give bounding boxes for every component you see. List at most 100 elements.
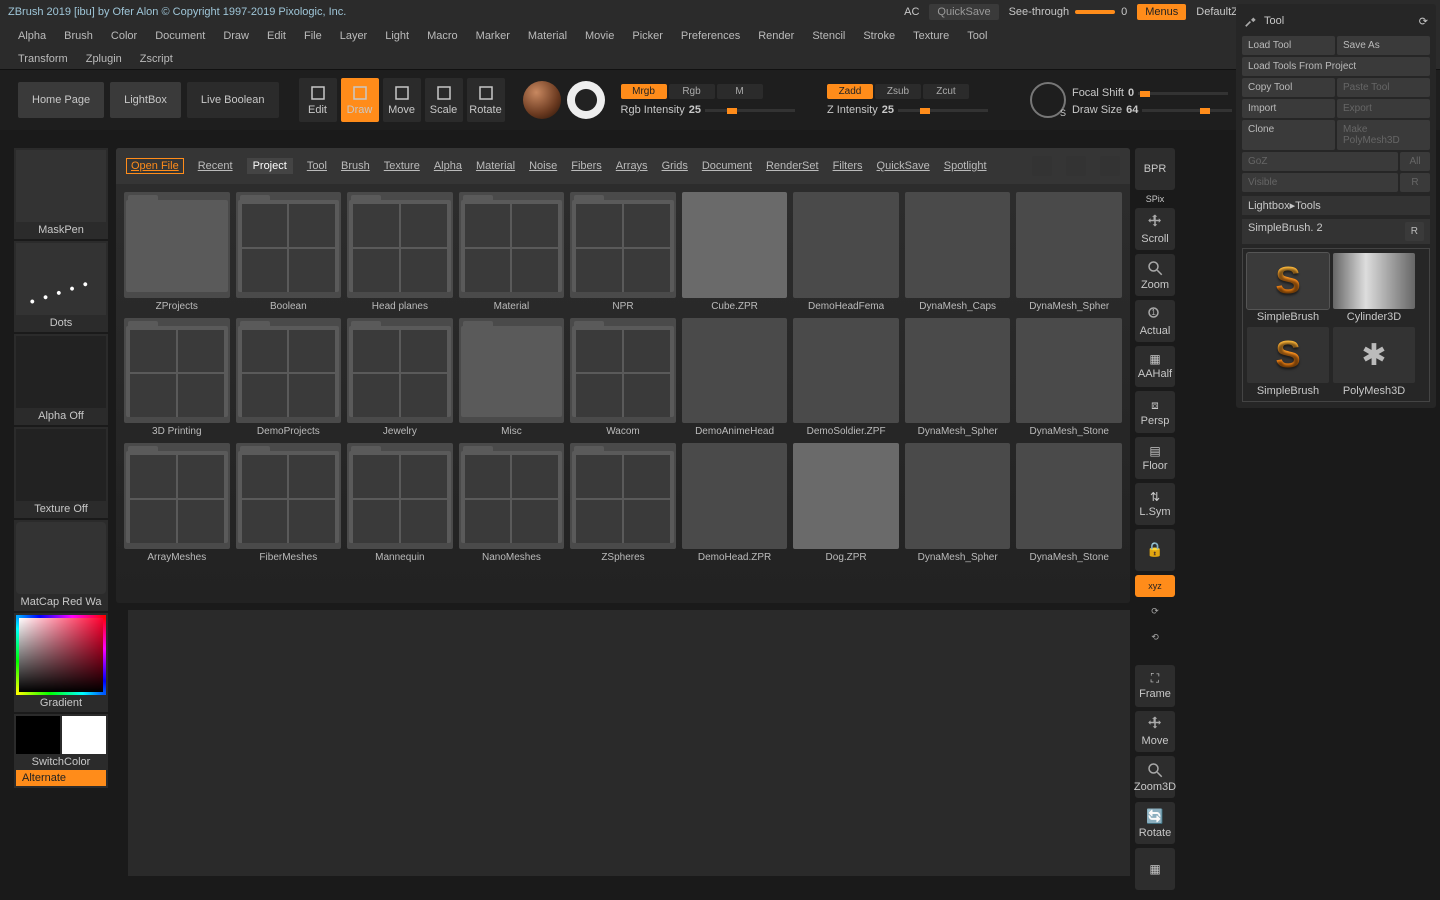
pill-rgb[interactable]: Rgb <box>669 84 715 99</box>
bpr-button[interactable]: BPR <box>1135 148 1175 190</box>
tool-thumb-simplebrush[interactable]: SSimpleBrush <box>1247 327 1329 397</box>
pill-zsub[interactable]: Zsub <box>875 84 921 99</box>
menu-stencil[interactable]: Stencil <box>812 30 845 42</box>
lightbox-item[interactable]: DemoProjects <box>236 318 342 438</box>
menu-picker[interactable]: Picker <box>632 30 663 42</box>
tool-btn-visible[interactable]: Visible <box>1242 173 1398 192</box>
tool-thumb-simplebrush[interactable]: SSimpleBrush <box>1247 253 1329 323</box>
tab-brush[interactable]: Brush <box>341 160 370 172</box>
y-rot-icon[interactable]: ⟳ <box>1135 601 1175 623</box>
xyz-button[interactable]: xyz <box>1135 575 1175 597</box>
tab-document[interactable]: Document <box>702 160 752 172</box>
tool-breadcrumb[interactable]: Lightbox▸Tools <box>1242 196 1430 215</box>
lightbox-item[interactable]: DemoSoldier.ZPF <box>793 318 899 438</box>
menu-layer[interactable]: Layer <box>340 30 368 42</box>
rgb-intensity-slider[interactable] <box>705 109 795 112</box>
lightbox-item[interactable]: DemoHead.ZPR <box>682 443 788 563</box>
menu-light[interactable]: Light <box>385 30 409 42</box>
lightbox-item[interactable]: Jewelry <box>347 318 453 438</box>
tab-quicksave[interactable]: QuickSave <box>877 160 930 172</box>
lightbox-item[interactable]: DynaMesh_Spher <box>905 318 1011 438</box>
tab-project[interactable]: Project <box>247 158 293 174</box>
lightbox-item[interactable]: 3D Printing <box>124 318 230 438</box>
tool-btn-load-tool[interactable]: Load Tool <box>1242 36 1335 55</box>
menu-zplugin[interactable]: Zplugin <box>86 53 122 65</box>
pill-m[interactable]: M <box>717 84 763 99</box>
pill-mrgb[interactable]: Mrgb <box>621 84 667 99</box>
menu-render[interactable]: Render <box>758 30 794 42</box>
mode-rotate[interactable]: Rotate <box>467 78 505 122</box>
local-sym-button[interactable]: ⇅L.Sym <box>1135 483 1175 525</box>
lightbox-item[interactable]: DynaMesh_Spher <box>905 443 1011 563</box>
lightbox-item[interactable]: ZSpheres <box>570 443 676 563</box>
lightbox-item[interactable]: Head planes <box>347 192 453 312</box>
aahalf-button[interactable]: ▦AAHalf <box>1135 346 1175 388</box>
tab-recent[interactable]: Recent <box>198 160 233 172</box>
tool-btn-import[interactable]: Import <box>1242 99 1335 118</box>
stroke-swatch[interactable]: Dots <box>14 241 108 332</box>
tab-arrays[interactable]: Arrays <box>616 160 648 172</box>
actual-button[interactable]: 1Actual <box>1135 300 1175 342</box>
brush-swatch[interactable]: MaskPen <box>14 148 108 239</box>
lightbox-item[interactable]: Mannequin <box>347 443 453 563</box>
tab-material[interactable]: Material <box>476 160 515 172</box>
tool-thumb-cylinder3d[interactable]: Cylinder3D <box>1333 253 1415 323</box>
lightbox-item[interactable]: FiberMeshes <box>236 443 342 563</box>
menu-edit[interactable]: Edit <box>267 30 286 42</box>
scroll-button[interactable]: Scroll <box>1135 208 1175 250</box>
quicksave-button[interactable]: QuickSave <box>929 4 998 20</box>
tool-btn-save-as[interactable]: Save As <box>1337 36 1430 55</box>
tool-btn-copy-tool[interactable]: Copy Tool <box>1242 78 1335 97</box>
menu-stroke[interactable]: Stroke <box>863 30 895 42</box>
lightbox-item[interactable]: DemoHeadFema <box>793 192 899 312</box>
tool-btn-export[interactable]: Export <box>1337 99 1430 118</box>
zoom3d-button[interactable]: Zoom3D <box>1135 756 1175 798</box>
menu-document[interactable]: Document <box>155 30 205 42</box>
tool-btn-clone[interactable]: Clone <box>1242 120 1335 150</box>
menu-zscript[interactable]: Zscript <box>140 53 173 65</box>
tool-thumb-polymesh3d[interactable]: ✱PolyMesh3D <box>1333 327 1415 397</box>
refresh-icon[interactable]: ⟳ <box>1419 15 1428 28</box>
tab-fibers[interactable]: Fibers <box>571 160 602 172</box>
tab-grids[interactable]: Grids <box>662 160 688 172</box>
grid-snap-button[interactable]: ▦ <box>1135 848 1175 890</box>
floor-button[interactable]: ▤Floor <box>1135 437 1175 479</box>
home-page-button[interactable]: Home Page <box>18 82 104 118</box>
tab-filters[interactable]: Filters <box>833 160 863 172</box>
mode-edit[interactable]: Edit <box>299 78 337 122</box>
menus-toggle[interactable]: Menus <box>1137 4 1186 20</box>
mode-move[interactable]: Move <box>383 78 421 122</box>
tab-texture[interactable]: Texture <box>384 160 420 172</box>
gyro-icon[interactable] <box>1030 82 1066 118</box>
lightbox-item[interactable]: Wacom <box>570 318 676 438</box>
focal-shift-slider[interactable] <box>1138 92 1228 95</box>
zoom-button[interactable]: Zoom <box>1135 254 1175 296</box>
menu-tool[interactable]: Tool <box>967 30 987 42</box>
menu-transform[interactable]: Transform <box>18 53 68 65</box>
viewport-canvas[interactable] <box>128 610 1130 876</box>
nav-next-icon[interactable] <box>1066 156 1086 176</box>
menu-file[interactable]: File <box>304 30 322 42</box>
color-picker[interactable]: Gradient <box>14 613 108 712</box>
lightbox-button[interactable]: LightBox <box>110 82 181 118</box>
lock-button[interactable]: 🔒 <box>1135 529 1175 571</box>
see-through-slider[interactable]: See-through 0 <box>1009 6 1128 18</box>
menu-brush[interactable]: Brush <box>64 30 93 42</box>
menu-macro[interactable]: Macro <box>427 30 458 42</box>
menu-draw[interactable]: Draw <box>223 30 249 42</box>
tab-alpha[interactable]: Alpha <box>434 160 462 172</box>
tab-spotlight[interactable]: Spotlight <box>944 160 987 172</box>
lightbox-item[interactable]: NPR <box>570 192 676 312</box>
tab-renderset[interactable]: RenderSet <box>766 160 819 172</box>
lightbox-item[interactable]: DynaMesh_Spher <box>1016 192 1122 312</box>
lightbox-item[interactable]: Material <box>459 192 565 312</box>
flat-shade-icon[interactable] <box>567 81 605 119</box>
persp-button[interactable]: ⧈Persp <box>1135 391 1175 433</box>
tool-btn-paste-tool[interactable]: Paste Tool <box>1337 78 1430 97</box>
z-intensity-slider[interactable] <box>898 109 988 112</box>
lightbox-item[interactable]: DemoAnimeHead <box>682 318 788 438</box>
tab-noise[interactable]: Noise <box>529 160 557 172</box>
live-boolean-button[interactable]: Live Boolean <box>187 82 279 118</box>
draw-size-slider[interactable] <box>1142 109 1232 112</box>
pill-zcut[interactable]: Zcut <box>923 84 969 99</box>
